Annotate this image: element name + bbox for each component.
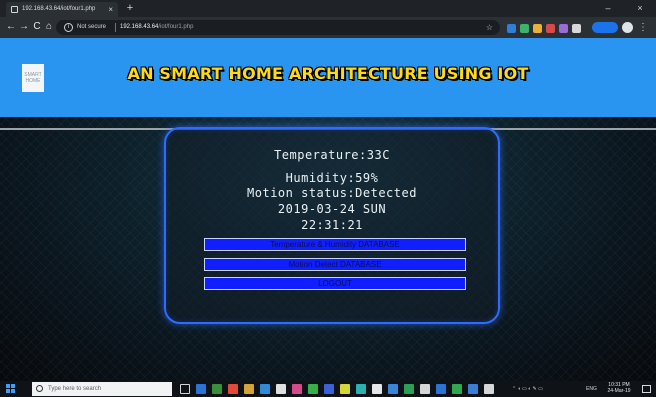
avatar[interactable]	[622, 22, 633, 33]
notification-icon[interactable]	[642, 385, 651, 393]
app-icon[interactable]	[468, 384, 478, 394]
url-host: 192.168.43.64	[120, 24, 159, 30]
app-icon[interactable]	[308, 384, 318, 394]
page-favicon-icon	[11, 6, 18, 13]
date-display: 2019-03-24 SUN	[277, 202, 387, 216]
extension-icon[interactable]	[572, 24, 581, 33]
profile-button[interactable]	[592, 22, 618, 33]
extension-icon[interactable]	[533, 24, 542, 33]
page-title: AN SMART HOME ARCHITECTURE USING IOT	[127, 64, 529, 83]
time-display: 22:31:21	[301, 218, 363, 232]
app-icon[interactable]	[452, 384, 462, 394]
edge-icon[interactable]	[196, 384, 206, 394]
app-icon[interactable]	[388, 384, 398, 394]
app-icon[interactable]	[324, 384, 334, 394]
info-icon[interactable]: i	[64, 23, 73, 32]
chrome-icon[interactable]	[228, 384, 238, 394]
taskbar-search-input[interactable]: Type here to search	[32, 382, 172, 396]
browser-tab-strip: 192.168.43.64/iot/four1.php × + – ×	[0, 0, 656, 17]
search-placeholder: Type here to search	[48, 386, 102, 392]
web-page: SMART HOME AN SMART HOME ARCHITECTURE US…	[0, 38, 656, 381]
browser-menu-icon[interactable]: ⋮	[638, 21, 648, 34]
tray-icons[interactable]: ⌃ ◖ ▭ ◐ ✎ ▭	[512, 383, 543, 395]
back-button[interactable]: ←	[4, 20, 18, 34]
extension-icon[interactable]	[507, 24, 516, 33]
window-close-button[interactable]: ×	[632, 2, 648, 15]
language-indicator[interactable]: ENG	[586, 383, 597, 395]
address-bar[interactable]: i Not secure 192.168.43.64/iot/four1.php…	[56, 20, 500, 35]
extension-icon[interactable]	[520, 24, 529, 33]
site-header: SMART HOME AN SMART HOME ARCHITECTURE US…	[0, 38, 656, 117]
cortana-icon	[36, 385, 43, 392]
app-icon[interactable]	[420, 384, 430, 394]
app-icon[interactable]	[372, 384, 382, 394]
logout-button[interactable]: LOGOUT	[204, 277, 466, 290]
window-minimize-button[interactable]: –	[600, 2, 616, 15]
humidity-reading: Humidity:59%	[285, 171, 379, 185]
motion-detect-database-button[interactable]: Motion Detect DATABASE	[204, 258, 466, 271]
tab-close-icon[interactable]: ×	[108, 2, 113, 17]
home-button[interactable]: ⌂	[42, 20, 56, 34]
file-explorer-icon[interactable]	[244, 384, 254, 394]
taskbar: Type here to search ⌃ ◖ ▭ ◐ ✎ ▭ ENG 10:3…	[0, 381, 656, 397]
app-icon[interactable]	[340, 384, 350, 394]
extension-icon[interactable]	[559, 24, 568, 33]
temperature-humidity-database-button[interactable]: Temperature & Humidity DATABASE	[204, 238, 466, 251]
app-icon[interactable]	[436, 384, 446, 394]
tab-title: 192.168.43.64/iot/four1.php	[22, 6, 96, 12]
temperature-reading: Temperature:33C	[274, 148, 390, 162]
app-icon[interactable]	[276, 384, 286, 394]
browser-toolbar: ← → C ⌂ i Not secure 192.168.43.64/iot/f…	[0, 17, 656, 38]
bookmark-star-icon[interactable]: ☆	[486, 20, 493, 35]
new-tab-button[interactable]: +	[124, 2, 136, 15]
clock-date: 24-Mar-19	[607, 388, 631, 394]
app-icon[interactable]	[212, 384, 222, 394]
windows-start-icon[interactable]	[6, 384, 16, 394]
app-icon[interactable]	[292, 384, 302, 394]
url-text[interactable]: 192.168.43.64/iot/four1.php	[120, 20, 193, 35]
motion-status: Motion status:Detected	[247, 186, 417, 200]
browser-tab[interactable]: 192.168.43.64/iot/four1.php ×	[6, 2, 118, 17]
not-secure-label[interactable]: Not secure	[77, 20, 106, 35]
forward-button[interactable]: →	[17, 20, 31, 34]
address-separator	[115, 23, 116, 32]
app-icon[interactable]	[484, 384, 494, 394]
extension-icon[interactable]	[546, 24, 555, 33]
sensor-panel: Temperature:33C Humidity:59% Motion stat…	[164, 127, 500, 324]
url-path: /iot/four1.php	[158, 24, 194, 30]
microphone-icon[interactable]	[180, 384, 190, 394]
taskbar-clock[interactable]: 10:31 PM 24-Mar-19	[602, 382, 636, 394]
app-icon[interactable]	[356, 384, 366, 394]
app-icon[interactable]	[404, 384, 414, 394]
app-icon[interactable]	[260, 384, 270, 394]
